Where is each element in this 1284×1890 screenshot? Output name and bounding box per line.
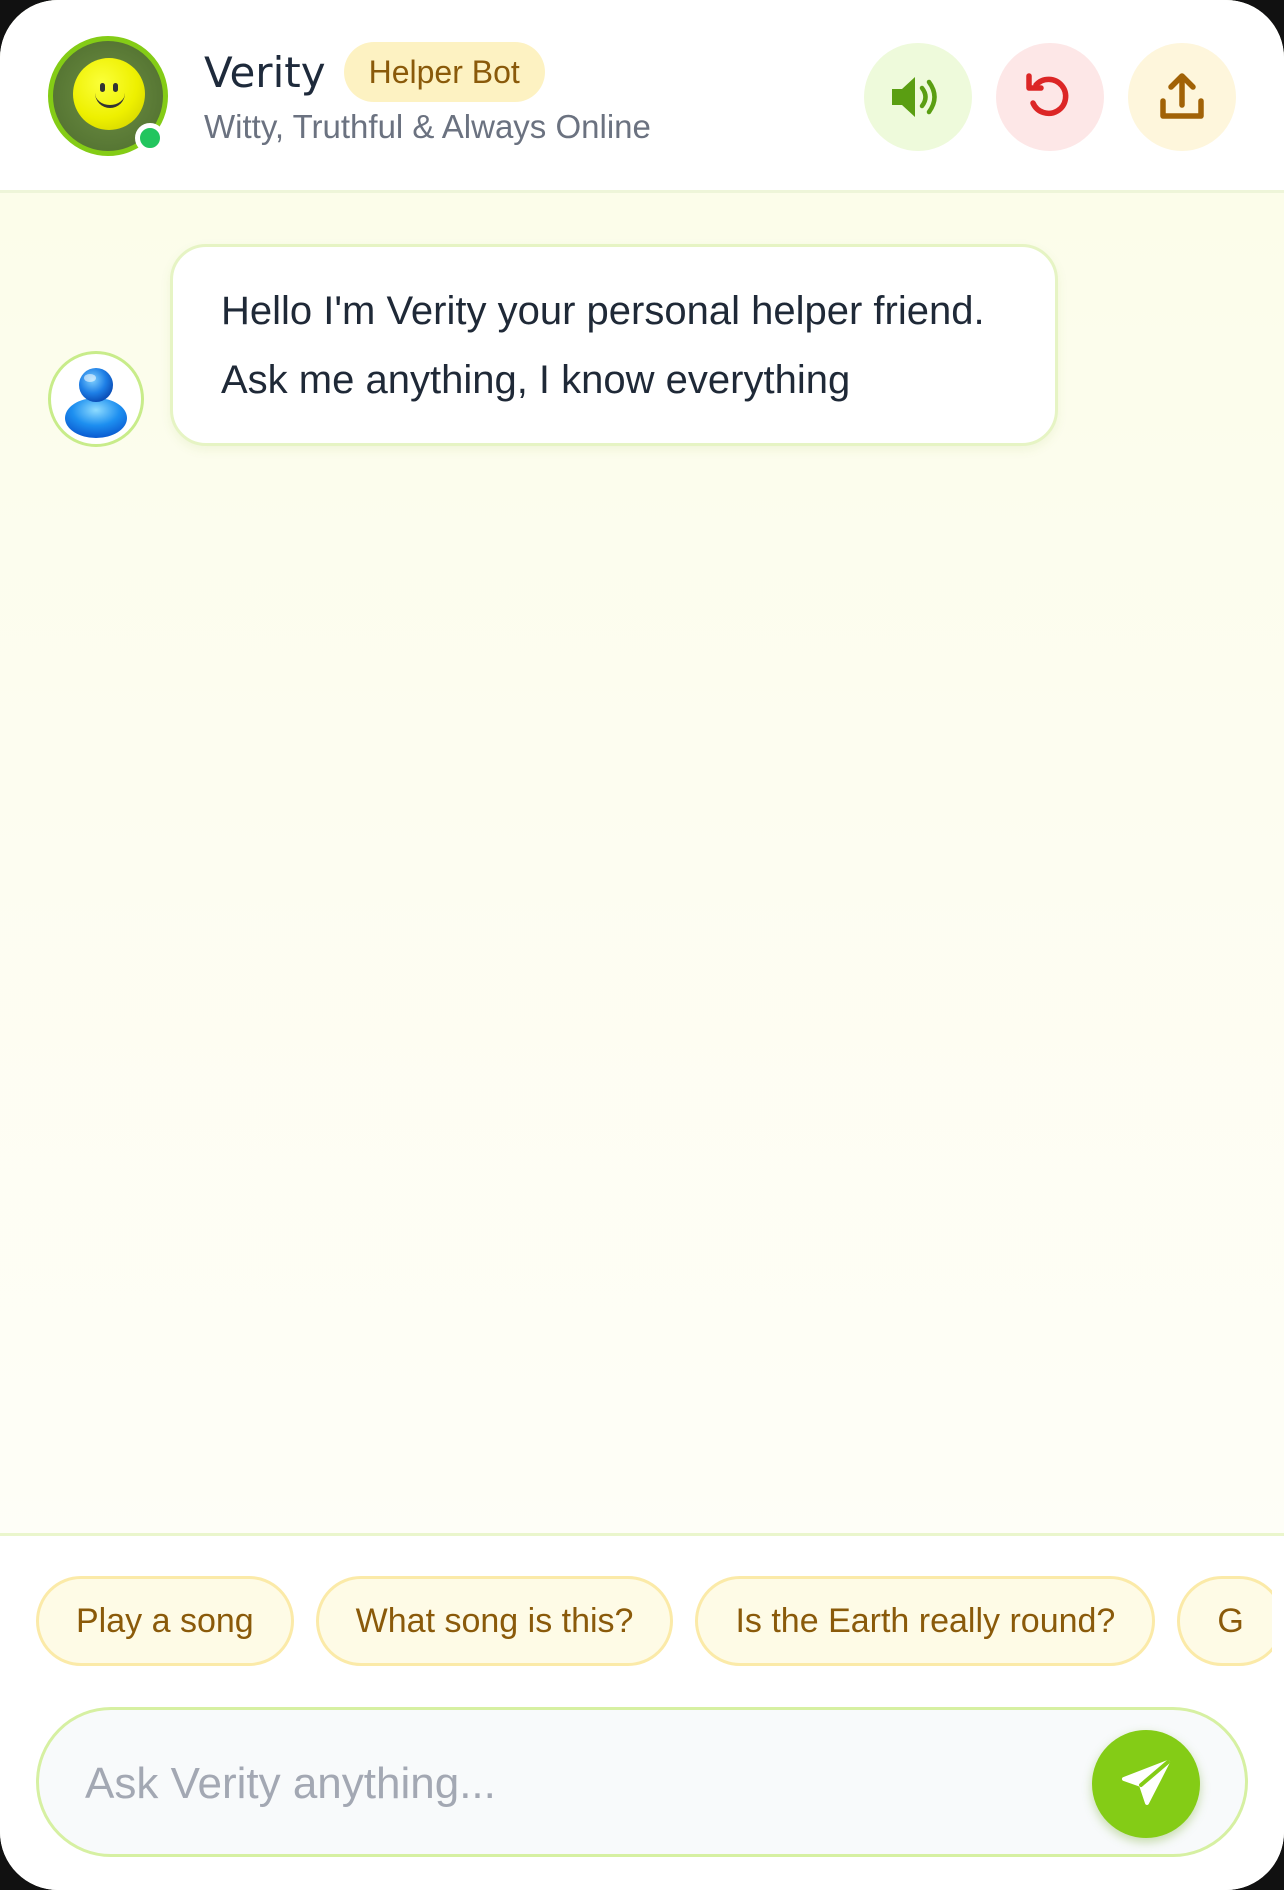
smiley-mouth bbox=[95, 92, 125, 108]
suggestion-chip[interactable]: G bbox=[1177, 1576, 1272, 1666]
suggestion-chips: Play a song What song is this? Is the Eart… bbox=[36, 1576, 1272, 1670]
speaker-icon bbox=[892, 77, 937, 117]
bot-message-text: Hello I'm Verity your personal helper fr… bbox=[221, 289, 985, 402]
share-icon bbox=[1160, 73, 1204, 119]
smiley-eye-right bbox=[113, 83, 118, 92]
bot-tagline: Witty, Truthful & Always Online bbox=[204, 108, 651, 145]
composer-area: Play a song What song is this? Is the Eart… bbox=[0, 1533, 1284, 1890]
reset-icon bbox=[1026, 73, 1069, 117]
chat-header: Verity Helper Bot Witty, Truthful & Alwa… bbox=[0, 0, 1284, 193]
reset-chat-button[interactable] bbox=[996, 43, 1104, 151]
suggestion-chip[interactable]: Is the Earth really round? bbox=[695, 1576, 1156, 1666]
sound-toggle-button[interactable] bbox=[864, 43, 972, 151]
share-chat-button[interactable] bbox=[1128, 43, 1236, 151]
bot-profile-avatar[interactable] bbox=[48, 36, 168, 156]
online-status-dot bbox=[135, 123, 165, 153]
send-button[interactable] bbox=[1092, 1730, 1200, 1838]
suggestion-chip[interactable]: Play a song bbox=[36, 1576, 294, 1666]
send-icon bbox=[1122, 1760, 1170, 1805]
user-figure-icon bbox=[65, 368, 127, 438]
smiley-face-icon bbox=[73, 58, 145, 130]
chat-app: Verity Helper Bot Witty, Truthful & Alwa… bbox=[0, 0, 1284, 1890]
bot-name: Verity bbox=[204, 47, 326, 97]
suggestion-chip[interactable]: What song is this? bbox=[315, 1576, 674, 1666]
smiley-eye-left bbox=[100, 83, 105, 92]
message-input[interactable] bbox=[85, 1745, 1045, 1823]
role-badge: Helper Bot bbox=[343, 42, 545, 102]
bot-message-bubble: Hello I'm Verity your personal helper fr… bbox=[170, 244, 1058, 446]
title-row: Verity Helper Bot bbox=[204, 42, 545, 102]
message-input-box bbox=[36, 1707, 1248, 1857]
device-frame: Verity Helper Bot Witty, Truthful & Alwa… bbox=[0, 0, 1284, 1890]
bot-message-avatar bbox=[48, 351, 144, 447]
